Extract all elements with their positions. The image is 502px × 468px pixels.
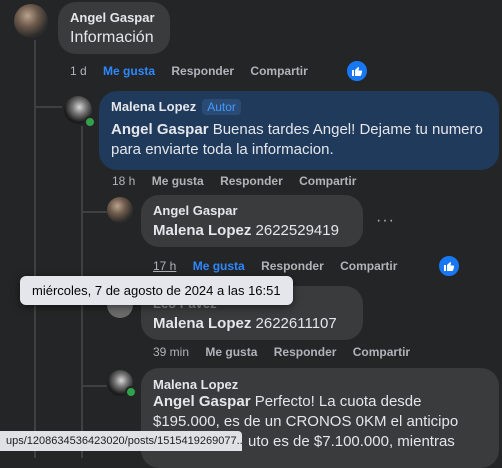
comment-time[interactable]: 39 min	[153, 345, 189, 359]
avatar-angel-gaspar[interactable]	[14, 4, 48, 38]
comment-time[interactable]: 18 h	[112, 174, 135, 188]
comment-bubble: Angel Gaspar Información	[58, 2, 170, 54]
comment-text: Angel Gaspar Buenas tardes Angel! Dejame…	[111, 120, 491, 160]
like-reaction-icon[interactable]	[345, 59, 369, 83]
comment-actions: 17 h Me gusta Responder Compartir	[153, 259, 410, 273]
comment-body-line3: uto es de $7.100.000, mientras	[248, 433, 455, 450]
comment-author[interactable]: Malena Lopez	[153, 377, 238, 392]
comment-author[interactable]: Angel Gaspar	[153, 203, 238, 218]
avatar-angel-gaspar[interactable]	[107, 197, 133, 223]
thread-connector-2	[81, 211, 107, 213]
thread-line-main	[34, 40, 36, 458]
comment-text: Malena Lopez 2622611107	[153, 314, 337, 334]
timestamp-tooltip: miércoles, 7 de agosto de 2024 a las 16:…	[20, 276, 293, 305]
reply-button[interactable]: Responder	[220, 174, 283, 188]
reply-button[interactable]: Responder	[261, 259, 324, 273]
share-button[interactable]: Compartir	[250, 64, 307, 78]
online-status-dot	[84, 116, 96, 128]
more-options-icon[interactable]: ···	[376, 212, 395, 230]
like-button[interactable]: Me gusta	[103, 64, 155, 78]
mention-tag[interactable]: Angel Gaspar	[111, 121, 209, 138]
comment-author[interactable]: Angel Gaspar	[70, 10, 155, 25]
like-button[interactable]: Me gusta	[205, 345, 257, 359]
like-reaction-icon[interactable]	[437, 254, 461, 278]
mention-tag[interactable]: Angel Gaspar	[153, 393, 251, 410]
author-comment-bubble: Malena Lopez Autor Angel Gaspar Buenas ta…	[99, 91, 499, 170]
thread-connector-1	[34, 106, 62, 108]
comment-body-line1: Perfecto! La cuota desde	[254, 393, 422, 410]
reply-button[interactable]: Responder	[171, 64, 234, 78]
share-button[interactable]: Compartir	[353, 345, 410, 359]
comment-bubble: Angel Gaspar Malena Lopez 2622529419	[141, 195, 363, 247]
author-name[interactable]: Malena Lopez	[111, 99, 196, 114]
browser-status-url: ups/1208634536423020/posts/1515419269077…	[0, 431, 242, 451]
comment-actions: 1 d Me gusta Responder Compartir	[70, 64, 321, 78]
comment-text: Malena Lopez 2622529419	[153, 221, 339, 241]
comment-body-line2: $195.000, es de un CRONOS 0KM el anticip…	[153, 413, 459, 430]
comment-body: 2622611107	[255, 315, 337, 332]
comment-bubble: Malena Lopez Angel Gaspar Perfecto! La c…	[141, 368, 499, 468]
comment-time[interactable]: 1 d	[70, 64, 87, 78]
share-button[interactable]: Compartir	[340, 259, 397, 273]
mention-tag[interactable]: Malena Lopez	[153, 315, 251, 332]
comment-actions: 18 h Me gusta Responder Compartir	[112, 174, 369, 188]
share-button[interactable]: Compartir	[299, 174, 356, 188]
comment-author: Malena Lopez Autor	[111, 99, 241, 115]
online-status-dot	[125, 386, 137, 398]
comment-body: 2622529419	[255, 222, 339, 239]
like-button[interactable]: Me gusta	[152, 174, 204, 188]
comment-time[interactable]: 17 h	[153, 259, 176, 273]
comment-actions: 39 min Me gusta Responder Compartir	[153, 345, 423, 359]
like-button[interactable]: Me gusta	[193, 259, 245, 273]
author-badge: Autor	[202, 99, 241, 115]
comment-text: Información	[70, 29, 154, 46]
mention-tag[interactable]: Malena Lopez	[153, 222, 251, 239]
thread-connector-4	[81, 385, 107, 387]
reply-button[interactable]: Responder	[274, 345, 337, 359]
